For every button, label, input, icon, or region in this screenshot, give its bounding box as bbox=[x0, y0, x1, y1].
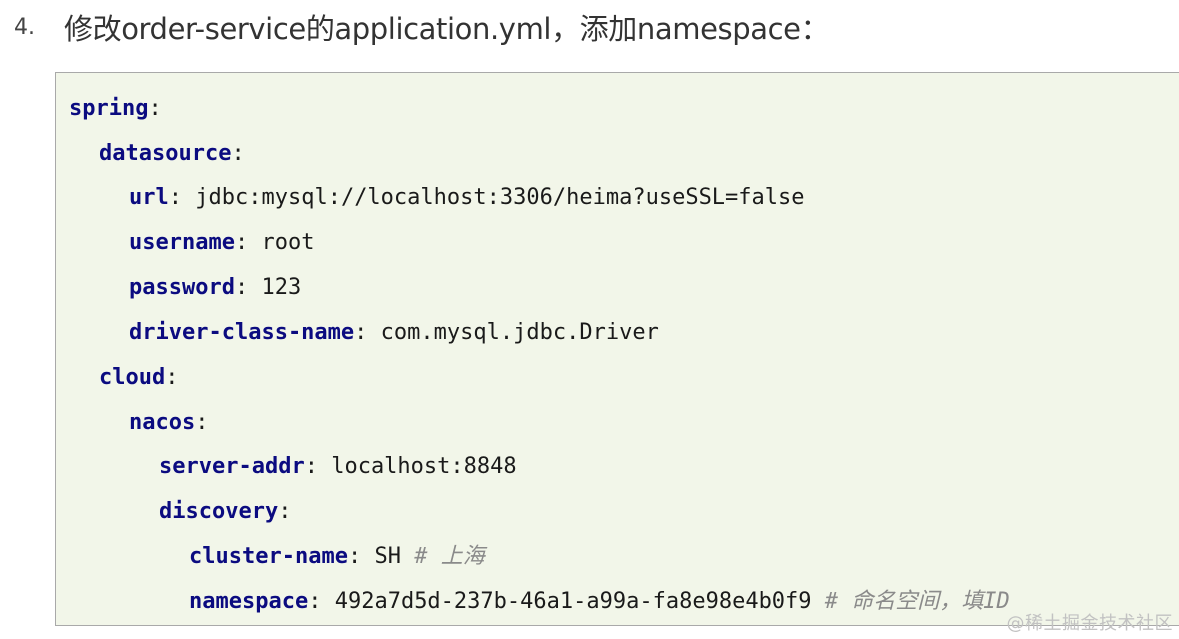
code-line: cloud: bbox=[99, 365, 179, 390]
yaml-key: password bbox=[129, 275, 235, 300]
code-line: username: root bbox=[129, 230, 315, 255]
yaml-key: spring bbox=[69, 96, 149, 121]
yaml-key: driver-class-name bbox=[129, 320, 355, 345]
yaml-value: 123 bbox=[261, 275, 302, 300]
code-line: driver-class-name: com.mysql.jdbc.Driver bbox=[129, 320, 659, 345]
code-line: datasource: bbox=[99, 141, 245, 166]
yaml-key: server-addr bbox=[159, 454, 305, 479]
code-line: cluster-name: SH # 上海 bbox=[189, 544, 485, 569]
code-line: url: jdbc:mysql://localhost:3306/heima?u… bbox=[129, 185, 805, 210]
yaml-value: com.mysql.jdbc.Driver bbox=[380, 320, 659, 345]
yaml-value: SH bbox=[374, 544, 401, 569]
code-line: namespace: 492a7d5d-237b-46a1-a99a-fa8e9… bbox=[189, 589, 1010, 614]
code-line: spring: bbox=[69, 96, 162, 121]
yaml-key: datasource bbox=[99, 141, 232, 166]
code-line: password: 123 bbox=[129, 275, 302, 300]
yaml-value: 492a7d5d-237b-46a1-a99a-fa8e98e4b0f9 bbox=[334, 589, 812, 614]
yaml-value: root bbox=[261, 230, 315, 255]
step-text: 修改order-service的application.yml，添加namesp… bbox=[64, 12, 830, 46]
yaml-comment: # 上海 bbox=[414, 544, 485, 569]
step-heading: 4. 修改order-service的application.yml，添加nam… bbox=[14, 6, 830, 48]
watermark: @稀土掘金技术社区 bbox=[1006, 613, 1173, 634]
yaml-key: cluster-name bbox=[189, 544, 348, 569]
yaml-comment: # 命名空间，填ID bbox=[824, 589, 1010, 614]
code-block[interactable]: spring: datasource: url: jdbc:mysql://lo… bbox=[55, 72, 1179, 626]
yaml-key: url bbox=[129, 185, 169, 210]
yaml-value: localhost:8848 bbox=[331, 454, 517, 479]
yaml-key: namespace bbox=[189, 589, 309, 614]
yaml-key: nacos bbox=[129, 410, 196, 435]
yaml-value: jdbc:mysql://localhost:3306/heima?useSSL… bbox=[195, 185, 805, 210]
yaml-key: discovery bbox=[159, 499, 279, 524]
step-number: 4. bbox=[14, 14, 35, 40]
yaml-key: cloud bbox=[99, 365, 166, 390]
yaml-key: username bbox=[129, 230, 235, 255]
code-line: nacos: bbox=[129, 410, 209, 435]
code-line: server-addr: localhost:8848 bbox=[159, 454, 517, 479]
code-line: discovery: bbox=[159, 499, 292, 524]
